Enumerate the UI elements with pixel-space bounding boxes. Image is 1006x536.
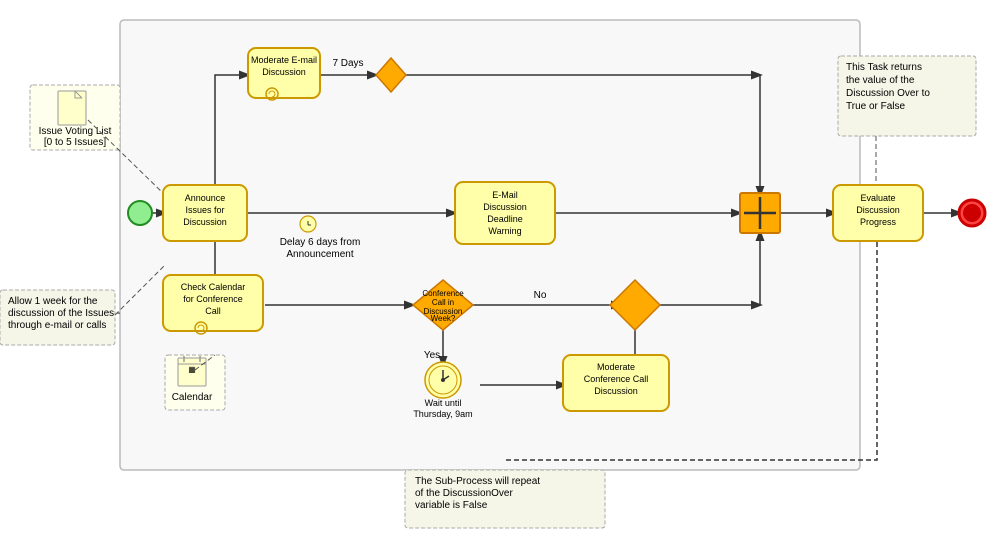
delay-label2: Announcement — [286, 249, 353, 260]
moderate-email-label1: Moderate E-mail — [251, 55, 317, 65]
calendar-grid: ▦ — [188, 365, 196, 374]
moderate-conf-label1: Moderate — [597, 362, 635, 372]
moderate-email-label2: Discussion — [262, 67, 306, 77]
allow-week-text2: discussion of the Issues - — [8, 308, 120, 319]
evaluate-label3: Progress — [860, 217, 897, 227]
email-deadline-label1: E-Mail — [492, 190, 518, 200]
diagram-container: Issue Voting List [0 to 5 Issues] Allow … — [0, 0, 1006, 536]
calendar-label: Calendar — [172, 392, 213, 403]
subprocess-note-text1: The Sub-Process will repeat — [415, 476, 540, 487]
email-deadline-label4: Warning — [488, 226, 521, 236]
allow-week-text1: Allow 1 week for the — [8, 296, 98, 307]
announce-label2: Issues for — [185, 205, 224, 215]
conf-gw-label2: Call in — [432, 298, 454, 307]
check-cal-label1: Check Calendar — [181, 282, 246, 292]
evaluate-note-text4: True or False — [846, 101, 906, 112]
allow-week-text3: through e-mail or calls — [8, 320, 106, 331]
email-deadline-label2: Discussion — [483, 202, 527, 212]
check-cal-label3: Call — [205, 306, 221, 316]
check-cal-label2: for Conference — [183, 294, 243, 304]
evaluate-note-text2: the value of the — [846, 75, 915, 86]
seven-days-label: 7 Days — [332, 58, 363, 69]
subprocess-note-text2: of the DiscussionOver — [415, 488, 513, 499]
announce-label3: Discussion — [183, 217, 227, 227]
moderate-conf-label3: Discussion — [594, 386, 638, 396]
wait-label1: Wait until — [425, 398, 462, 408]
evaluate-label2: Discussion — [856, 205, 900, 215]
announce-label1: Announce — [185, 193, 226, 203]
wait-label2: Thursday, 9am — [413, 409, 472, 419]
start-event — [128, 201, 152, 225]
email-deadline-label3: Deadline — [487, 214, 523, 224]
subprocess-note-text3: variable is False — [415, 500, 488, 511]
issue-voting-label: Issue Voting List — [39, 126, 112, 137]
yes-label: Yes — [424, 350, 440, 361]
delay-label1: Delay 6 days from — [280, 237, 361, 248]
evaluate-note-text1: This Task returns — [846, 62, 922, 73]
evaluate-label1: Evaluate — [860, 193, 895, 203]
conf-gw-label4: Week? — [431, 314, 456, 323]
issue-voting-label2: [0 to 5 Issues] — [44, 137, 106, 148]
end-event-inner — [963, 204, 981, 222]
no-label: No — [534, 290, 547, 301]
moderate-conf-label2: Conference Call — [584, 374, 649, 384]
evaluate-note-text3: Discussion Over to — [846, 88, 930, 99]
conf-gw-label1: Conference — [422, 289, 464, 298]
